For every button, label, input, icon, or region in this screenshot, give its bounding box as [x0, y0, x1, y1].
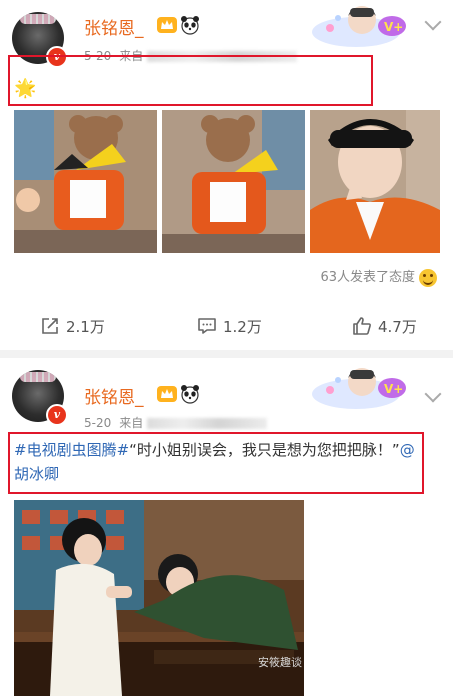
chevron-down-icon[interactable]: [424, 13, 442, 31]
verified-badge: v: [46, 404, 68, 426]
post-quote: “时小姐别误会，我只是想为您把把脉！”: [129, 441, 400, 459]
vip-member-badge[interactable]: V+: [308, 2, 408, 50]
post-divider: [0, 350, 453, 358]
post-time: 5-20: [84, 416, 112, 430]
post-photo-1[interactable]: 安筱趣谈: [14, 500, 304, 696]
panda-icon: [181, 385, 199, 404]
post-photo-3[interactable]: [310, 110, 440, 253]
crown-icon: [157, 386, 177, 402]
repost-icon: [42, 318, 58, 334]
action-bar: 2.1万 1.2万 4.7万: [0, 306, 453, 346]
post-photo-2[interactable]: [162, 110, 305, 253]
post-photo-1[interactable]: [14, 110, 157, 253]
username[interactable]: 张铭恩_: [84, 14, 144, 39]
photo-3-image: [310, 110, 440, 253]
weibo-post-2: v 张铭恩_ 5-20 来自 V+ #电视剧虫图腾#“时小姐别误会，我只是想为您把…: [0, 358, 453, 698]
like-count: 4.7万: [378, 317, 417, 336]
vip-member-badge[interactable]: V+: [308, 364, 408, 412]
repost-button[interactable]: 2.1万: [40, 306, 105, 346]
source-label: 来自: [119, 416, 144, 430]
photo-2-image: [162, 110, 305, 253]
drama-still-image: 安筱趣谈: [14, 500, 304, 696]
smile-emoji-icon: [419, 268, 437, 287]
reactions-count: 63人发表了态度: [320, 270, 415, 285]
post-meta: 5-20 来自: [84, 414, 268, 431]
reactions-summary[interactable]: 63人发表了态度: [320, 266, 437, 287]
like-button[interactable]: 4.7万: [352, 306, 417, 346]
repost-count: 2.1万: [66, 317, 105, 336]
blurred-source: [147, 418, 268, 429]
star-emoji: 🌟: [14, 78, 37, 99]
chevron-down-icon[interactable]: [424, 385, 442, 403]
comment-count: 1.2万: [223, 317, 262, 336]
username[interactable]: 张铭恩_: [84, 383, 144, 408]
svg-text:V+: V+: [384, 382, 403, 396]
crown-icon: [157, 17, 177, 33]
panda-icon: [181, 16, 199, 35]
weibo-post-1: v 张铭恩_ 5-20 来自 V+ 🌟 63人发表了态度 2.1万 1.2万 4…: [0, 0, 453, 350]
post-text: #电视剧虫图腾#“时小姐别误会，我只是想为您把把脉！”@胡冰卿: [14, 438, 424, 486]
watermark-text: 安筱趣谈: [258, 655, 302, 669]
photo-1-image: [14, 110, 157, 253]
hashtag-link[interactable]: #电视剧虫图腾#: [14, 441, 129, 459]
comment-button[interactable]: 1.2万: [197, 306, 262, 346]
thumbs-up-icon: [353, 317, 371, 335]
comment-icon: [198, 318, 216, 334]
highlight-box: [8, 55, 373, 106]
svg-text:V+: V+: [384, 20, 403, 34]
